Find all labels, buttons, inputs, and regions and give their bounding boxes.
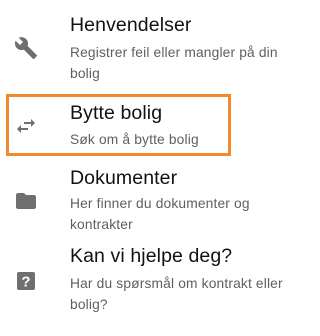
menu-item-description: Søk om å bytte bolig (70, 132, 199, 147)
menu-item-title: Dokumenter (70, 167, 178, 189)
wrench-icon (14, 36, 38, 60)
menu-item-title: Bytte bolig (70, 102, 163, 124)
swap-arrows-icon (14, 114, 38, 138)
menu-item-title: Henvendelser (70, 14, 192, 36)
menu-item-hjelp[interactable]: ? Kan vi hjelpe deg? Har du spørsmål om … (0, 242, 297, 332)
menu-item-henvendelser[interactable]: Henvendelser Registrer feil eller mangle… (0, 0, 297, 88)
menu-item-title: Kan vi hjelpe deg? (70, 245, 233, 267)
menu-item-description: Har du spørsmål om kontrakt eller bolig? (70, 276, 283, 312)
folder-icon (14, 189, 38, 213)
menu-item-description: Her finner du dokumenter og kontrakter (70, 196, 250, 232)
question-box-icon: ? (14, 269, 38, 293)
svg-text:?: ? (21, 274, 30, 291)
menu-item-description: Registrer feil eller mangler på din boli… (70, 45, 278, 81)
menu-item-dokumenter[interactable]: Dokumenter Her finner du dokumenter og k… (0, 162, 297, 242)
menu-item-bytte-bolig[interactable]: Bytte bolig Søk om å bytte bolig (0, 94, 297, 156)
